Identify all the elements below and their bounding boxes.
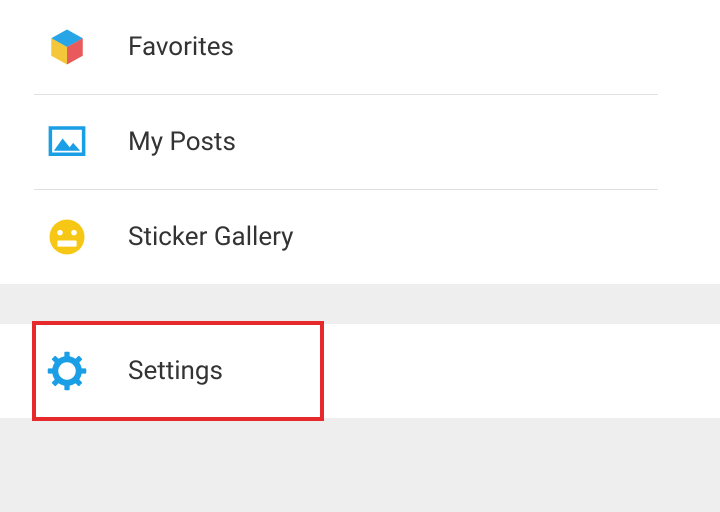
image-icon [44,119,90,165]
menu-item-my-posts[interactable]: My Posts [0,95,720,189]
menu-item-label: My Posts [128,127,236,157]
menu-item-favorites[interactable]: Favorites [0,0,720,94]
smiley-icon [44,214,90,260]
cube-icon [44,24,90,70]
menu-group-settings: Settings [0,324,720,418]
menu-item-sticker-gallery[interactable]: Sticker Gallery [0,190,720,284]
gear-icon [44,348,90,394]
section-gap [0,284,720,324]
menu-item-label: Settings [128,356,223,386]
menu-group-main: Favorites My Posts Stick [0,0,720,284]
menu-item-label: Favorites [128,32,234,62]
menu-item-settings[interactable]: Settings [0,324,720,418]
menu-item-label: Sticker Gallery [128,222,293,252]
